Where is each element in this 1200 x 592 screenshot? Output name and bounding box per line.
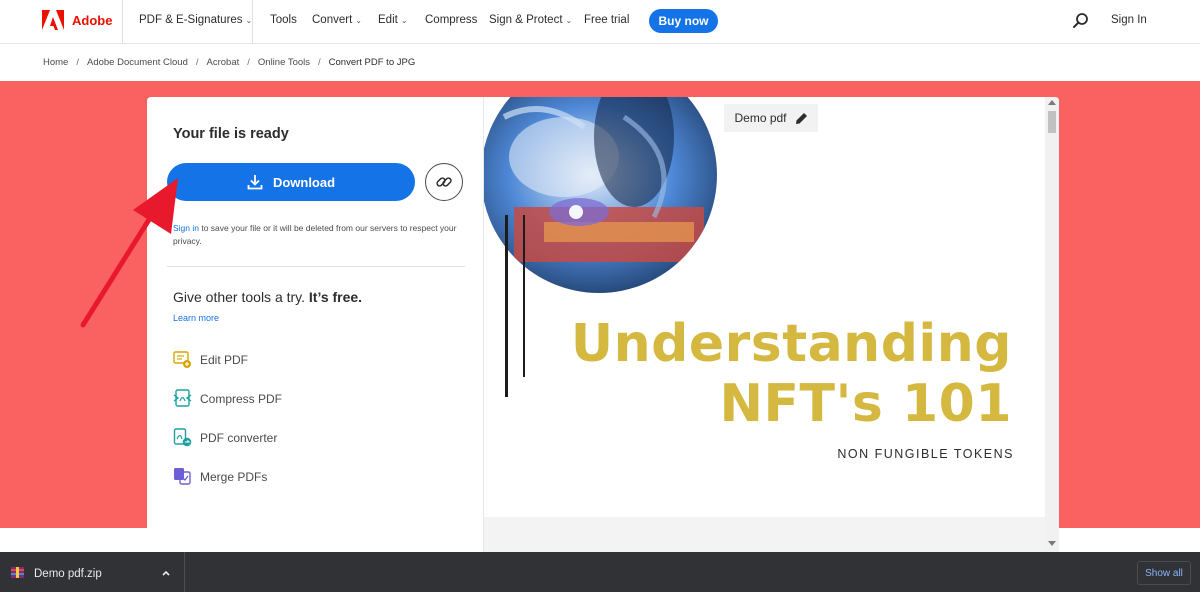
cover-image [484,97,717,293]
chevron-down-icon: ⌄ [355,16,362,25]
tool-label: Compress PDF [200,391,283,406]
nav-item-pdf-esignatures[interactable]: PDF & E-Signatures ⌄ [139,14,252,26]
decor-bar [505,215,508,397]
top-nav: Adobe PDF & E-Signatures ⌄ Tools Convert ⌄… [0,0,1200,44]
breadcrumb-item[interactable]: Home [43,57,68,68]
tool-label: PDF converter [200,430,278,445]
download-file-name: Demo pdf.zip [34,568,102,580]
chevron-up-icon[interactable] [161,568,171,578]
preview-page: Demo pdf Understanding NFT's 101 NON FUN… [484,97,1046,517]
nav-item-sign-protect[interactable]: Sign & Protect ⌄ [489,14,572,26]
brand-name: Adobe [72,12,113,28]
preview-scrollbar[interactable] [1045,97,1059,551]
zip-file-icon [11,567,24,578]
scroll-down-icon[interactable] [1048,541,1056,546]
section-divider [167,266,465,267]
pdf-preview[interactable]: Demo pdf Understanding NFT's 101 NON FUN… [483,97,1059,557]
adobe-logo-icon [42,10,64,30]
breadcrumb-current: Convert PDF to JPG [328,57,416,68]
search-icon[interactable] [1072,12,1090,30]
adobe-brand[interactable]: Adobe [42,10,112,30]
sign-in-note-link[interactable]: Sign in [173,223,199,233]
nav-item-label: Convert [312,14,353,26]
breadcrumb-item[interactable]: Online Tools [258,57,310,68]
save-file-note: Sign in to save your file or it will be … [173,222,463,248]
nav-item-free-trial[interactable]: Free trial [584,14,629,26]
sign-in-link[interactable]: Sign In [1111,14,1147,26]
file-name-tab[interactable]: Demo pdf [724,104,818,132]
decor-bar [523,215,525,377]
tools-title-emphasis: It’s free. [308,289,363,305]
download-item[interactable]: Demo pdf.zip [0,552,185,592]
pdf-subheadline: NON FUNGIBLE TOKENS [837,447,1014,461]
pencil-icon[interactable] [795,112,808,125]
tool-label: Merge PDFs [200,469,268,484]
nav-item-compress[interactable]: Compress [425,14,477,26]
nav-item-convert[interactable]: Convert ⌄ [312,14,362,26]
result-panel: Your file is ready Download Sign in to s… [147,97,482,557]
breadcrumb-item[interactable]: Acrobat [207,57,240,68]
edit-pdf-icon [173,351,191,368]
nav-item-label: Free trial [584,14,630,26]
download-label: Download [272,174,336,190]
other-tools-title: Give other tools a try. It’s free. [173,289,362,305]
compress-pdf-icon [173,389,192,407]
pdf-headline: Understanding NFT's 101 [571,314,1012,434]
buy-now-button[interactable]: Buy now [649,9,718,33]
download-icon [247,175,263,190]
downloads-bar: Demo pdf.zip Show all [0,552,1200,592]
tool-label: Edit PDF [200,352,249,367]
link-icon [436,177,452,187]
scroll-thumb[interactable] [1048,111,1056,133]
nav-item-tools[interactable]: Tools [270,14,297,26]
tool-edit-pdf[interactable]: Edit PDF [173,350,248,369]
nav-item-label: Compress [425,14,478,26]
nav-item-label: Tools [270,14,297,26]
nav-item-label: Edit [378,14,398,26]
breadcrumb-item[interactable]: Adobe Document Cloud [87,57,188,68]
tool-merge-pdfs[interactable]: Merge PDFs [173,467,267,486]
nav-divider [252,0,253,44]
headline-line-2: NFT's 101 [719,374,1012,434]
pdf-converter-icon [173,428,192,447]
chevron-down-icon: ⌄ [400,16,408,25]
nav-item-edit[interactable]: Edit ⌄ [378,14,408,26]
chevron-down-icon: ⌄ [565,16,573,25]
tool-compress-pdf[interactable]: Compress PDF [173,389,282,408]
file-ready-title: Your file is ready [173,126,289,142]
file-name-label: Demo pdf [734,111,787,125]
headline-line-1: Understanding [570,314,1012,374]
result-card: Your file is ready Download Sign in to s… [147,97,1059,557]
breadcrumb-separator: / [76,57,79,68]
breadcrumb-separator: / [195,57,199,68]
scroll-up-icon[interactable] [1048,100,1056,105]
download-button[interactable]: Download [167,163,415,201]
save-note-text: to save your file or it will be deleted … [173,223,457,246]
tool-pdf-converter[interactable]: PDF converter [173,428,277,447]
nav-divider [122,0,123,44]
learn-more-link[interactable]: Learn more [173,313,219,323]
merge-pdfs-icon [174,468,191,485]
tools-title-text: Give other tools a try. [173,289,309,305]
breadcrumb-separator: / [247,57,250,68]
breadcrumb: Home / Adobe Document Cloud / Acrobat / Onl… [43,57,415,68]
nav-item-label: Sign & Protect [489,14,563,26]
breadcrumb-separator: / [318,57,321,68]
show-all-button[interactable]: Show all [1137,561,1191,585]
copy-link-button[interactable] [425,163,463,201]
nav-item-label: PDF & E-Signatures [139,14,243,26]
